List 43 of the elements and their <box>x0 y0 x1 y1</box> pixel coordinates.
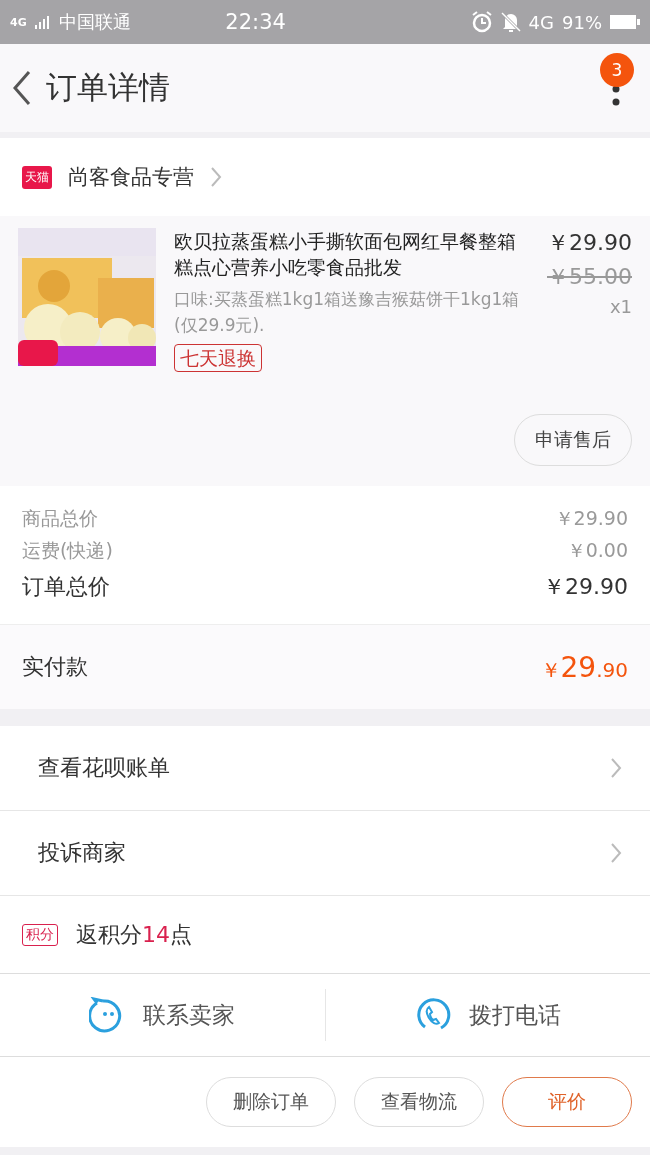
original-price: ￥55.00 <box>546 263 632 291</box>
battery-icon <box>610 14 640 30</box>
paid-label: 实付款 <box>22 653 88 681</box>
paid-amount: ￥29.90 <box>540 650 628 684</box>
chevron-icon <box>210 166 222 188</box>
after-sale-button[interactable]: 申请售后 <box>514 414 632 466</box>
summary-label: 订单总价 <box>22 573 110 601</box>
summary-label: 运费(快递) <box>22 538 113 563</box>
notification-badge: 3 <box>600 53 634 87</box>
contact-button[interactable]: 拨打电话 <box>408 996 567 1034</box>
store-badge: 天猫 <box>22 165 52 189</box>
menu-label: 查看花呗账单 <box>38 754 170 782</box>
product-price: ￥29.90 <box>546 229 632 257</box>
action-button[interactable]: 评价 <box>502 1077 632 1127</box>
quantity: x1 <box>608 296 632 317</box>
return-policy-tag: 七天退换 <box>174 344 262 372</box>
back-icon[interactable] <box>12 70 32 106</box>
shop-name[interactable]: 尚客食品专营 <box>68 163 194 191</box>
chevron-icon <box>610 757 622 779</box>
points-text: 返积分14点 <box>76 920 192 949</box>
network-label: 4G <box>528 11 554 33</box>
contact-button[interactable]: 联系卖家 <box>83 996 242 1034</box>
product-title[interactable]: 欧贝拉蒸蛋糕小手撕软面包网红早餐整箱糕点心营养小吃零食品批发 <box>174 228 526 280</box>
signal-label: 4G <box>10 15 27 29</box>
summary-value: ￥0.00 <box>566 538 628 563</box>
carrier-name: 中国联通 <box>58 10 131 34</box>
chevron-icon <box>610 842 622 864</box>
action-button[interactable]: 查看物流 <box>354 1077 484 1127</box>
menu-row[interactable]: 查看花呗账单 <box>0 726 650 811</box>
signal-icon <box>34 15 51 29</box>
action-button[interactable]: 删除订单 <box>206 1077 336 1127</box>
menu-label: 投诉商家 <box>38 839 126 867</box>
summary-value: ￥29.90 <box>554 506 628 531</box>
page-title: 订单详情 <box>46 68 171 107</box>
points-badge: 积分 <box>22 923 58 946</box>
product-option: 口味:买蒸蛋糕1kg1箱送豫吉猴菇饼干1kg1箱(仅29.9元). <box>174 286 526 338</box>
clock-time: 22:34 <box>225 10 286 34</box>
summary-value: ￥29.90 <box>543 573 628 601</box>
battery-level: 91% <box>562 11 602 33</box>
muted-bell-icon <box>500 11 521 33</box>
alarm-icon <box>470 11 493 33</box>
summary-label: 商品总价 <box>22 506 98 531</box>
menu-row[interactable]: 投诉商家 <box>0 811 650 896</box>
